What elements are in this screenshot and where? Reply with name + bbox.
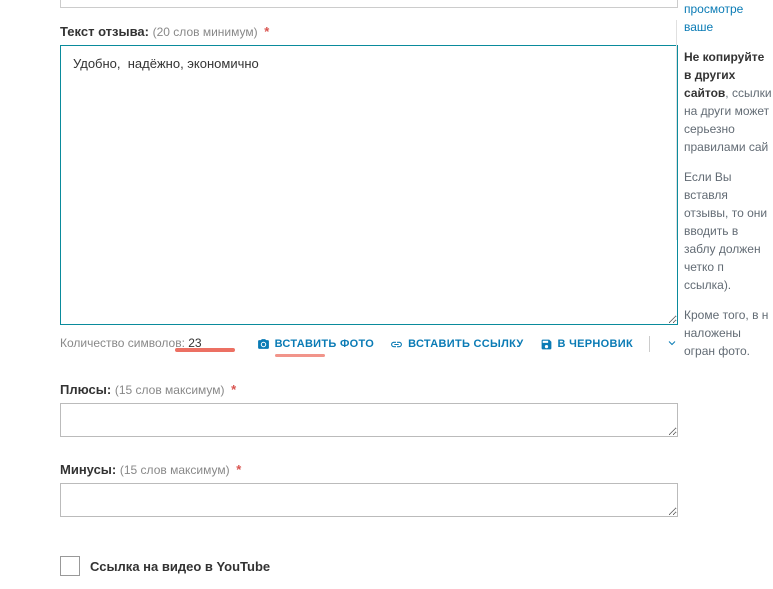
required-asterisk: *	[231, 382, 236, 397]
review-label-text: Текст отзыва:	[60, 24, 149, 39]
link-icon	[390, 338, 403, 351]
minuses-section: Минусы: (15 слов максимум) *	[60, 462, 678, 520]
required-asterisk: *	[264, 24, 269, 39]
insert-link-label: ВСТАВИТЬ ССЫЛКУ	[408, 338, 523, 350]
sidebar-para-2: Если Вы вставля отзывы, то они вводить в…	[684, 168, 773, 294]
review-text-label: Текст отзыва: (20 слов минимум) *	[60, 24, 678, 39]
pluses-label-row: Плюсы: (15 слов максимум) *	[60, 382, 678, 397]
required-asterisk: *	[236, 462, 241, 477]
annotation-underline-1	[175, 348, 235, 352]
review-toolbar: Количество символов: 23 ВСТАВИТЬ ФОТО ВС…	[60, 336, 678, 352]
toolbar-actions: ВСТАВИТЬ ФОТО ВСТАВИТЬ ССЫЛКУ В ЧЕРНОВИК	[257, 336, 678, 352]
pluses-section: Плюсы: (15 слов максимум) *	[60, 382, 678, 440]
chevron-down-icon	[666, 337, 678, 349]
sidebar-line-0: просмотре ваше	[684, 0, 773, 36]
toolbar-divider	[649, 336, 650, 352]
save-draft-button[interactable]: В ЧЕРНОВИК	[540, 338, 633, 351]
pluses-input[interactable]	[60, 403, 678, 437]
youtube-label: Ссылка на видео в YouTube	[90, 559, 270, 574]
camera-icon	[257, 338, 270, 351]
review-text-input[interactable]	[60, 45, 678, 325]
review-hint: (20 слов минимум)	[153, 25, 258, 39]
sidebar-divider	[676, 20, 677, 240]
char-count-wrap: Количество символов: 23	[60, 336, 235, 352]
pluses-label: Плюсы:	[60, 382, 111, 397]
youtube-checkbox[interactable]	[60, 556, 80, 576]
save-icon	[540, 338, 553, 351]
pluses-hint: (15 слов максимум)	[115, 383, 225, 397]
review-text-section: Текст отзыва: (20 слов минимум) * Количе…	[60, 24, 678, 352]
minuses-label-row: Минусы: (15 слов максимум) *	[60, 462, 678, 477]
youtube-link-row: Ссылка на видео в YouTube	[60, 556, 270, 576]
previous-field-bottom	[60, 0, 678, 8]
minuses-label: Минусы:	[60, 462, 116, 477]
more-actions-dropdown[interactable]	[666, 337, 678, 352]
insert-link-button[interactable]: ВСТАВИТЬ ССЫЛКУ	[390, 338, 523, 351]
sidebar-para-3: Кроме того, в н наложены огран фото.	[684, 306, 773, 360]
sidebar-para-1: Не копируйте в других сайтов, ссылки на …	[684, 48, 773, 156]
minuses-hint: (15 слов максимум)	[120, 463, 230, 477]
insert-photo-label: ВСТАВИТЬ ФОТО	[275, 338, 375, 350]
sidebar-tips: просмотре ваше Не копируйте в других сай…	[684, 0, 773, 372]
minuses-input[interactable]	[60, 483, 678, 517]
insert-photo-button[interactable]: ВСТАВИТЬ ФОТО	[257, 338, 375, 351]
save-draft-label: В ЧЕРНОВИК	[558, 338, 633, 350]
char-count-label: Количество символов:	[60, 336, 185, 350]
